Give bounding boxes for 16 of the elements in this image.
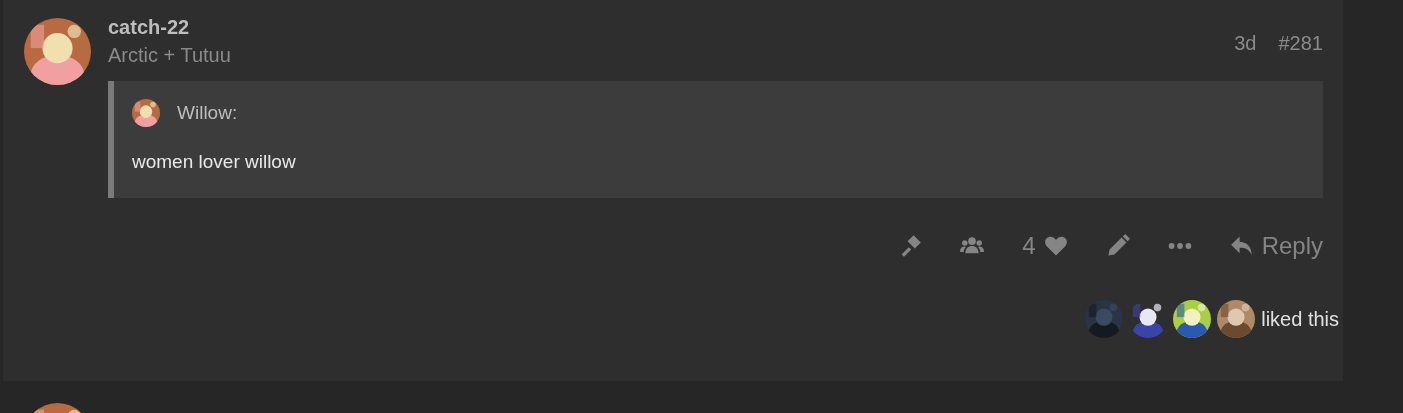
pencil-button[interactable] bbox=[1105, 234, 1130, 258]
liked-text: liked this bbox=[1261, 307, 1339, 331]
pencil-icon bbox=[1105, 234, 1130, 258]
heart-icon bbox=[1043, 234, 1068, 258]
more-icon bbox=[1167, 243, 1192, 249]
user-title: Arctic + Tutuu bbox=[108, 44, 231, 67]
reply-icon bbox=[1229, 234, 1254, 258]
quote-text: women lover willow bbox=[132, 151, 297, 173]
username[interactable]: catch-22 bbox=[108, 16, 231, 38]
like-button[interactable] bbox=[1043, 234, 1068, 258]
more-button[interactable] bbox=[1167, 243, 1192, 249]
like-count[interactable]: 4 bbox=[1022, 232, 1036, 260]
post-number[interactable]: #281 bbox=[1278, 32, 1323, 67]
post-age[interactable]: 3d bbox=[1234, 32, 1257, 67]
quote-author[interactable]: Willow: bbox=[177, 102, 238, 124]
reply-button[interactable]: Reply bbox=[1229, 232, 1323, 260]
